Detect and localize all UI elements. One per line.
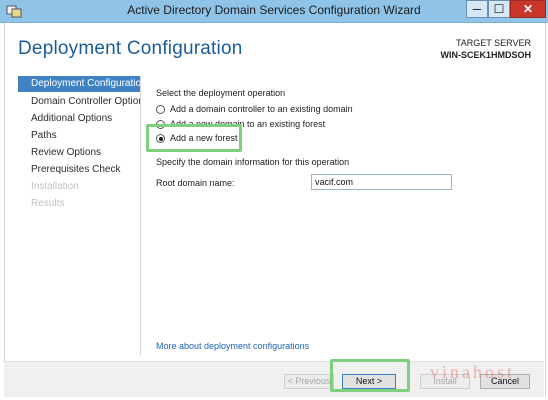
nav-item-deployment-configuration[interactable]: Deployment Configuration (18, 76, 140, 92)
option-label-add-dc-existing-domain: Add a domain controller to an existing d… (170, 104, 353, 114)
root-domain-label: Root domain name: (156, 178, 235, 188)
nav-item-installation: Installation (31, 181, 79, 192)
nav-item-paths[interactable]: Paths (18, 128, 140, 144)
operation-heading: Select the deployment operation (156, 88, 286, 98)
more-about-deployment-link[interactable]: More about deployment configurations (156, 341, 309, 351)
nav-item-review-options[interactable]: Review Options (18, 145, 140, 161)
domain-info-heading: Specify the domain information for this … (156, 157, 350, 167)
minimize-button[interactable]: ─ (466, 0, 488, 18)
nav-item-additional-options[interactable]: Additional Options (18, 111, 140, 127)
vinahost-watermark: vinahost (430, 362, 515, 382)
next-button[interactable]: Next > (342, 374, 396, 389)
target-server-label: TARGET SERVER (455, 38, 531, 48)
nav-item-domain-controller-options[interactable]: Domain Controller Options (18, 94, 140, 110)
option-label-add-new-forest: Add a new forest (170, 133, 238, 143)
maximize-button[interactable]: ☐ (488, 0, 510, 18)
nav-item-prerequisites-check[interactable]: Prerequisites Check (18, 162, 140, 178)
radio-add-dc-existing-domain[interactable] (156, 105, 165, 114)
page-title: Deployment Configuration (18, 38, 243, 59)
close-button[interactable]: ✕ (510, 0, 546, 18)
previous-button[interactable]: < Previous (284, 374, 334, 389)
nav-item-results: Results (31, 198, 65, 209)
nav-divider (140, 76, 141, 356)
root-domain-input[interactable]: vacif.com (311, 174, 452, 190)
radio-add-new-forest[interactable] (156, 134, 165, 143)
target-server-name: WIN-SCEK1HMDSOH (440, 50, 531, 60)
